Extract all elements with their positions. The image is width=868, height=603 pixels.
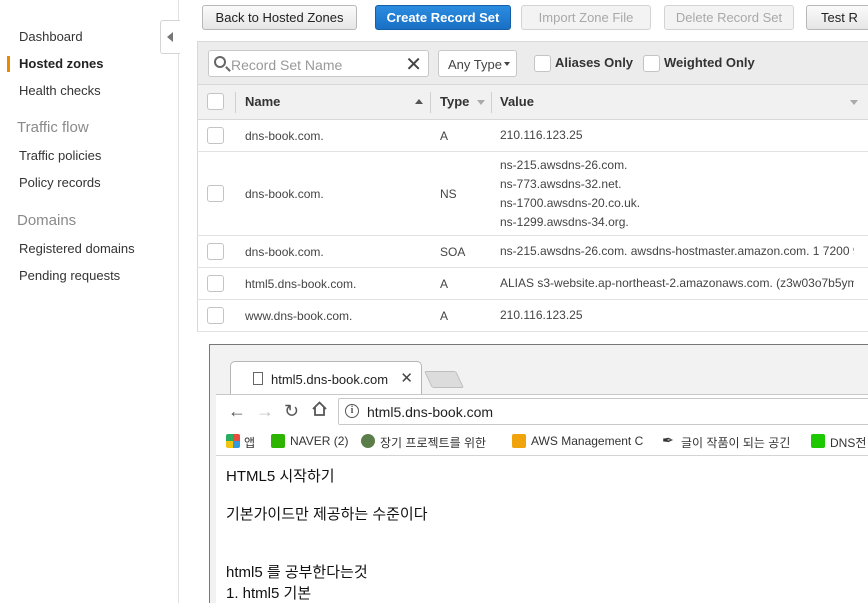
record-type: NS [440,187,457,201]
record-value: 210.116.123.25 [500,128,583,142]
search-input[interactable]: Record Set Name ✕ [208,50,429,77]
close-tab-icon[interactable]: ✕ [400,369,413,387]
type-select-value: Any Type [448,57,502,72]
page-paragraph: html5 를 공부한다는것 [226,564,368,581]
record-value: ALIAS s3-website.ap-northeast-2.amazonaw… [500,276,854,290]
select-all-checkbox[interactable] [207,93,224,110]
sort-ascending-icon[interactable] [415,99,423,104]
record-value: ns-215.awsdns-26.com. awsdns-hostmaster.… [500,244,854,258]
sort-icon[interactable] [477,100,485,105]
pen-icon: ✒ [662,432,674,448]
record-name: dns-book.com. [245,129,324,143]
bookmark-naver[interactable]: NAVER (2) [290,434,348,448]
active-indicator [7,56,10,72]
clear-search-icon[interactable]: ✕ [405,52,422,77]
new-tab-button[interactable] [424,371,464,388]
collapse-sidebar-icon[interactable] [160,20,180,54]
table-row[interactable]: www.dns-book.com. A 210.116.123.25 [197,300,868,332]
column-header-name[interactable]: Name [245,94,280,109]
column-divider [235,92,236,113]
forward-arrow-icon[interactable]: → [256,401,274,422]
back-arrow-icon[interactable]: ← [228,401,246,422]
record-type: SOA [440,245,466,259]
sidebar-item-hosted-zones[interactable]: Hosted zones [19,56,104,71]
page-paragraph: 기본가이드만 제공하는 수준이다 [226,506,428,523]
apps-grid-icon [226,434,240,448]
type-select[interactable]: Any Type [438,50,517,77]
bookmark-brunch[interactable]: 글이 작품이 되는 공긴 [681,434,797,451]
aliases-only-checkbox[interactable] [534,55,551,72]
record-value: ns-215.awsdns-26.com. [500,158,628,172]
weighted-only-checkbox[interactable] [643,55,660,72]
record-name: dns-book.com. [245,245,324,259]
sidebar: Dashboard Hosted zones Health checks Tra… [0,0,179,603]
page-paragraph: 1. html5 기본 [226,585,312,602]
dns-green-icon [811,434,825,448]
address-bar[interactable]: i html5.dns-book.com [338,398,868,425]
record-value: ns-1299.awsdns-34.org. [500,215,629,229]
home-icon[interactable] [311,400,328,422]
column-divider [491,92,492,113]
row-checkbox[interactable] [207,127,224,144]
column-header-value[interactable]: Value [500,94,534,109]
test-record-set-button[interactable]: Test R [806,5,868,30]
delete-record-set-button[interactable]: Delete Record Set [664,5,794,30]
aliases-only-label: Aliases Only [555,55,634,70]
aws-box-icon [512,434,526,448]
record-name: html5.dns-book.com. [245,277,357,291]
naver-icon [271,434,285,448]
record-name: dns-book.com. [245,187,324,201]
table-header: Name Type Value [197,84,868,120]
sidebar-heading-traffic-flow: Traffic flow [17,119,89,136]
sidebar-item-dashboard[interactable]: Dashboard [19,29,83,44]
search-icon [214,56,226,68]
sidebar-item-policy-records[interactable]: Policy records [19,175,101,190]
bookmark-dns[interactable]: DNS전 [830,434,866,451]
record-type: A [440,309,449,323]
bookmark-apps[interactable]: 앱 [244,434,255,451]
info-icon[interactable]: i [345,404,359,418]
sidebar-item-traffic-policies[interactable]: Traffic policies [19,148,101,163]
record-value: 210.116.123.25 [500,308,583,322]
sidebar-heading-domains: Domains [17,212,77,229]
column-header-type[interactable]: Type [440,94,469,109]
record-name: www.dns-book.com. [245,309,353,323]
browser-page-content: HTML5 시작하기 기본가이드만 제공하는 수준이다 html5 를 공부한다… [216,456,868,603]
row-checkbox[interactable] [207,185,224,202]
record-type: A [440,129,449,143]
sidebar-item-pending-requests[interactable]: Pending requests [19,268,120,283]
bookmarks-bar: 앱 NAVER (2) 장기 프로젝트를 위한 AWS Management C… [216,428,868,456]
reload-icon[interactable]: ↻ [284,401,299,422]
weighted-only-label: Weighted Only [664,55,755,70]
url-text: html5.dns-book.com [367,404,494,420]
record-type: A [440,277,449,291]
import-zone-file-button[interactable]: Import Zone File [521,5,651,30]
page-icon [253,372,263,385]
bookmark-project[interactable]: 장기 프로젝트를 위한 [380,434,496,451]
tab-title: html5.dns-book.com [271,372,389,387]
search-placeholder: Record Set Name [231,57,343,73]
row-checkbox[interactable] [207,243,224,260]
sidebar-item-registered-domains[interactable]: Registered domains [19,241,135,256]
browser-tab[interactable]: html5.dns-book.com ✕ [230,361,422,394]
filter-bar: Record Set Name ✕ Any Type Aliases Only … [197,41,868,84]
chevron-down-icon [504,62,510,66]
row-checkbox[interactable] [207,275,224,292]
column-divider [430,92,431,113]
back-to-hosted-zones-button[interactable]: Back to Hosted Zones [202,5,357,30]
table-row[interactable]: dns-book.com. SOA ns-215.awsdns-26.com. … [197,236,868,268]
browser-window: html5.dns-book.com ✕ ← → ↻ i html5.dns-b… [209,344,868,603]
bookmark-aws[interactable]: AWS Management C [531,434,647,448]
create-record-set-button[interactable]: Create Record Set [375,5,511,30]
evernote-icon [361,434,375,448]
row-checkbox[interactable] [207,307,224,324]
sort-icon[interactable] [850,100,858,105]
page-heading: HTML5 시작하기 [226,468,335,485]
record-value: ns-773.awsdns-32.net. [500,177,622,191]
record-value: ns-1700.awsdns-20.co.uk. [500,196,641,210]
table-row[interactable]: dns-book.com. NS ns-215.awsdns-26.com. n… [197,152,868,236]
table-row[interactable]: dns-book.com. A 210.116.123.25 [197,120,868,152]
sidebar-item-health-checks[interactable]: Health checks [19,83,101,98]
table-row[interactable]: html5.dns-book.com. A ALIAS s3-website.a… [197,268,868,300]
